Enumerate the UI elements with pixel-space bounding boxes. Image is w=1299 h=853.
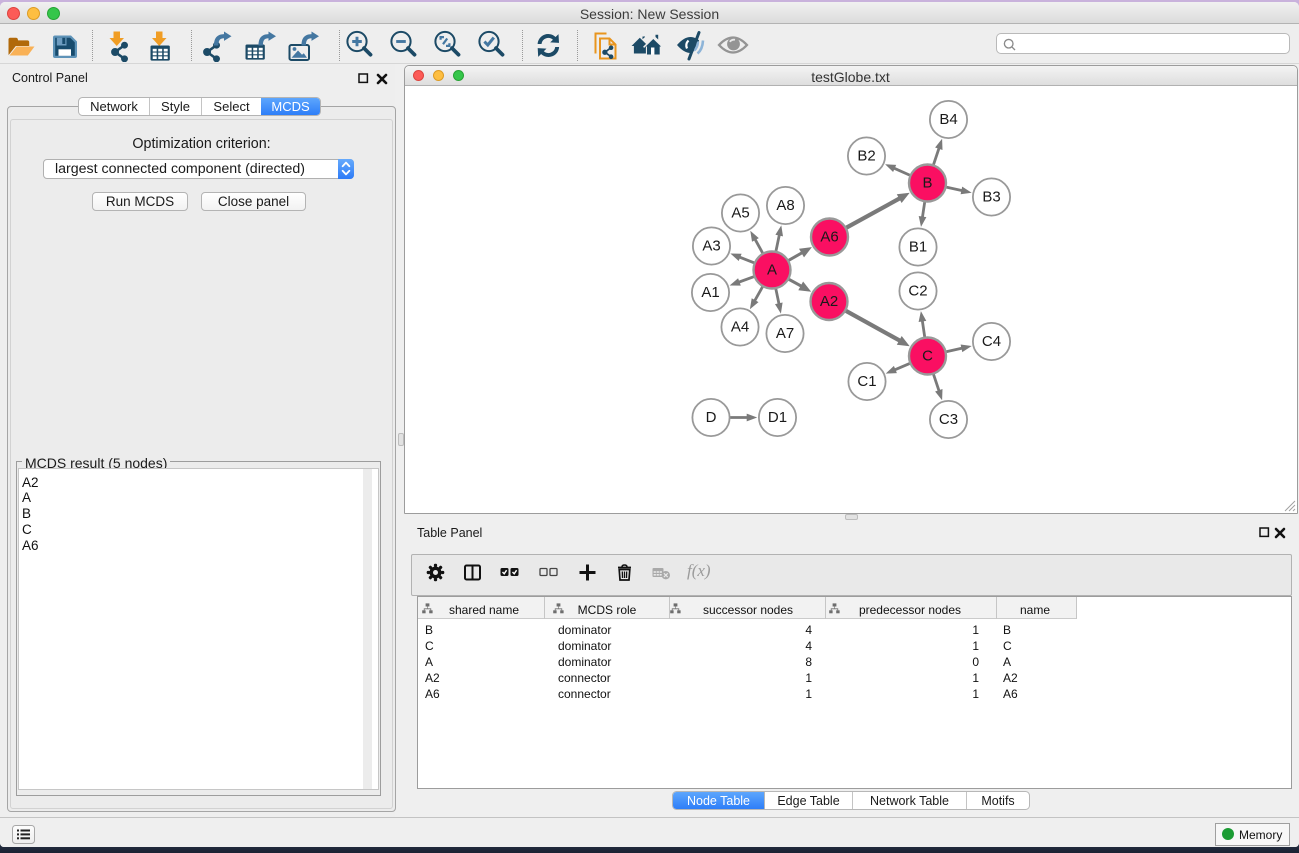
svg-text:A2: A2 [819, 293, 837, 310]
svg-text:C: C [922, 348, 933, 365]
svg-text:C1: C1 [857, 373, 876, 390]
svg-text:B: B [922, 175, 932, 192]
svg-text:B3: B3 [982, 189, 1000, 206]
svg-text:C4: C4 [981, 333, 1000, 350]
svg-text:A3: A3 [702, 238, 720, 255]
svg-text:B2: B2 [857, 148, 875, 165]
svg-text:B1: B1 [908, 239, 926, 256]
svg-text:D1: D1 [767, 409, 786, 426]
svg-text:A5: A5 [731, 205, 749, 222]
svg-text:C3: C3 [938, 411, 957, 428]
svg-text:A4: A4 [730, 319, 748, 336]
svg-text:A8: A8 [776, 197, 794, 214]
svg-text:B4: B4 [939, 111, 957, 128]
svg-text:A1: A1 [701, 284, 719, 301]
svg-text:A7: A7 [775, 325, 793, 342]
svg-text:A: A [766, 262, 776, 279]
svg-text:A6: A6 [820, 229, 838, 246]
svg-text:C2: C2 [908, 283, 927, 300]
svg-text:D: D [705, 409, 716, 426]
